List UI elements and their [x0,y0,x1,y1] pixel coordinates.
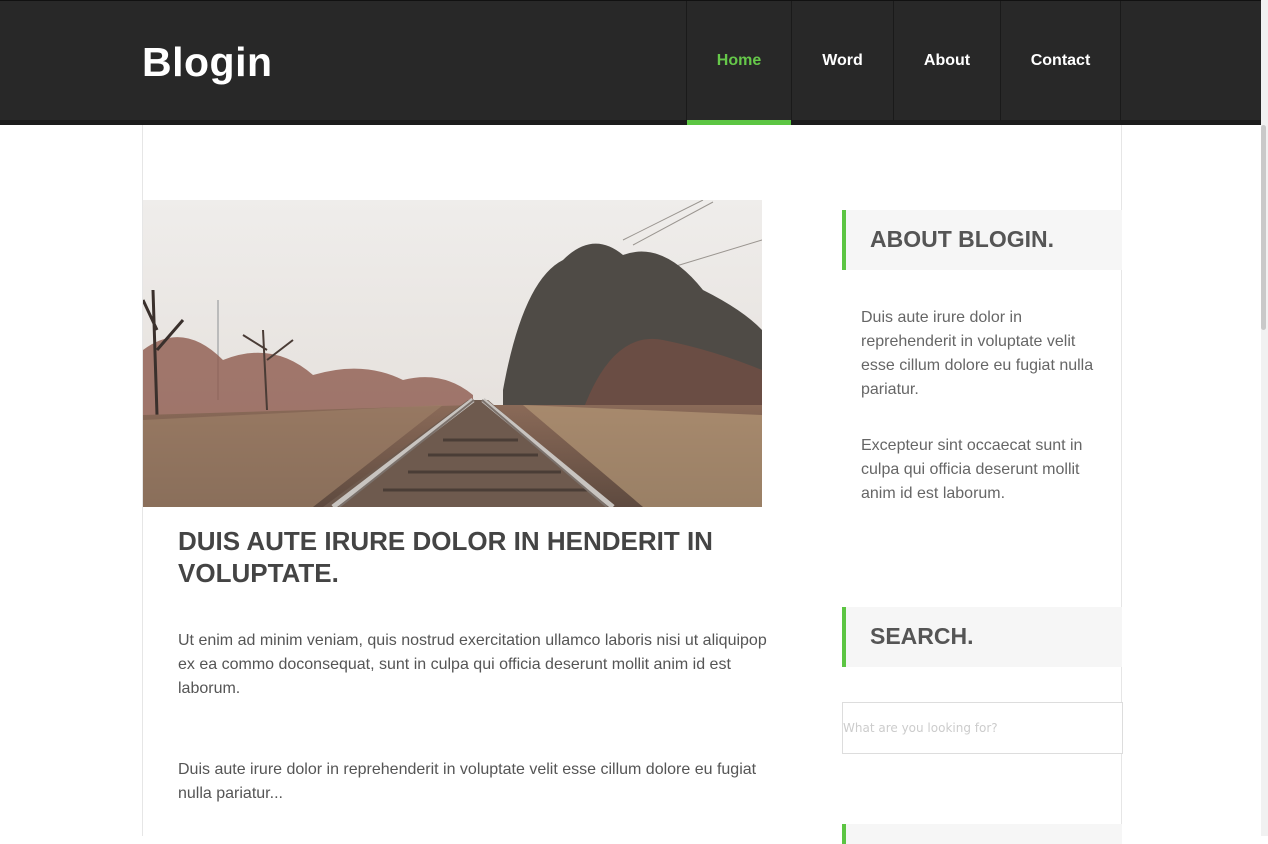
scrollbar-thumb[interactable] [1261,125,1266,330]
nav-item-home[interactable]: Home [686,1,791,121]
next-widget-header [842,824,1122,844]
post-featured-image[interactable] [143,200,762,507]
post-paragraph: Ut enim ad minim veniam, quis nostrud ex… [178,632,767,697]
nav-item-about[interactable]: About [893,1,1000,121]
post-title[interactable]: DUIS AUTE IRURE DOLOR IN HENDERIT IN VOL… [178,525,758,589]
about-widget-text: Excepteur sint occaecat sunt in culpa qu… [861,437,1083,502]
nav-item-contact[interactable]: Contact [1000,1,1121,121]
main-nav: Home Word About Contact [686,1,1121,121]
page-scrollbar[interactable] [1261,0,1268,836]
railway-tracks-photo [143,200,762,507]
site-logo[interactable]: Blogin [142,39,273,86]
site-header: Blogin Home Word About Contact [0,0,1268,126]
content-container: DUIS AUTE IRURE DOLOR IN HENDERIT IN VOL… [142,125,1123,844]
about-widget-title: ABOUT BLOGIN. [870,226,1054,252]
nav-item-word[interactable]: Word [791,1,893,121]
about-widget-text: Duis aute irure dolor in reprehenderit i… [861,309,1094,398]
about-widget-header: ABOUT BLOGIN. [842,210,1122,270]
search-widget-header: SEARCH. [842,607,1122,667]
post-paragraph: Duis aute irure dolor in reprehenderit i… [178,761,757,802]
search-widget-title: SEARCH. [870,623,974,649]
search-input[interactable] [842,702,1123,754]
